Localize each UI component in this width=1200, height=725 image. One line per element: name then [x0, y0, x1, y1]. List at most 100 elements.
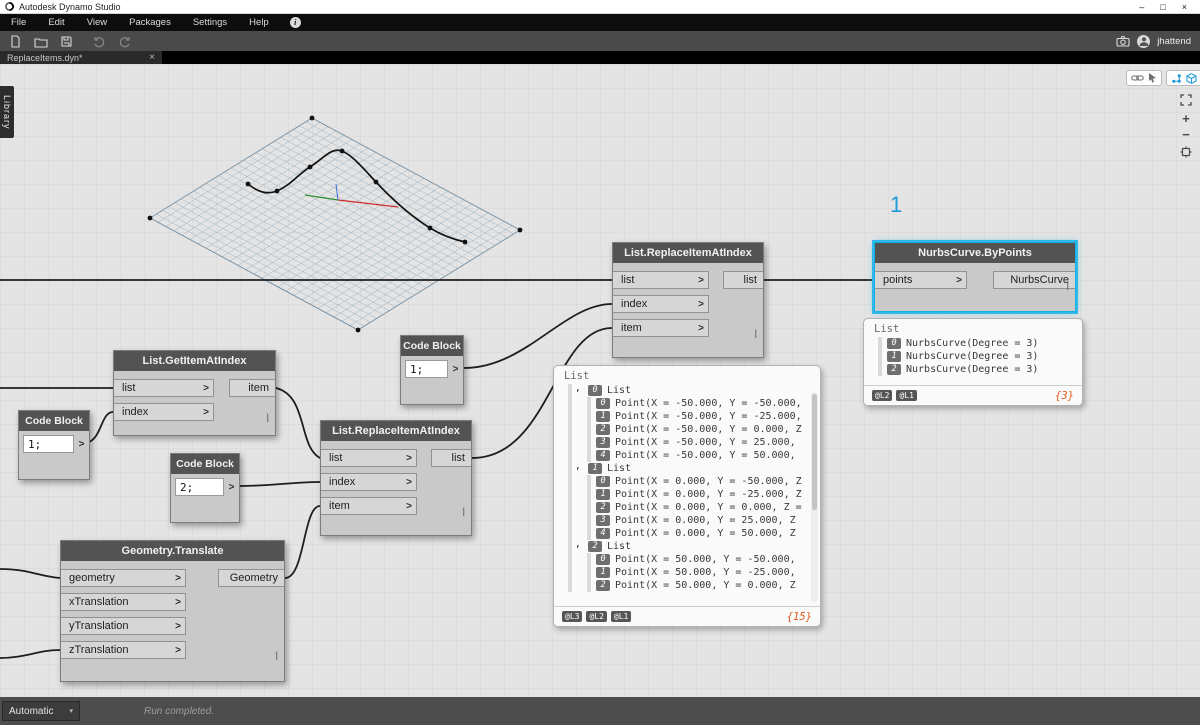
output-port-arrow-icon[interactable]: > [74, 439, 89, 450]
node-code-block-3[interactable]: Code Block 1; > [400, 335, 464, 405]
output-port-arrow-icon[interactable]: > [448, 364, 463, 375]
node-title[interactable]: List.ReplaceItemAtIndex [321, 421, 471, 441]
menu-view[interactable]: View [76, 14, 118, 31]
lacing-indicator[interactable]: | [463, 506, 466, 516]
preview-bubble-nurbscurves[interactable]: List 0 NurbsCurve(Degree = 3) 1 NurbsCur… [863, 318, 1083, 406]
menu-edit[interactable]: Edit [37, 14, 75, 31]
input-port-item[interactable]: item > [321, 497, 417, 515]
list-group-header[interactable]: ▾ 0 List [577, 384, 812, 397]
preview-bubble-point-lists[interactable]: List ▾ 0 List 0Point(X = -50.000, Y = -5… [553, 365, 821, 627]
new-file-icon[interactable] [9, 35, 22, 48]
scrollbar-thumb[interactable] [812, 394, 817, 510]
camera-icon[interactable] [1116, 35, 1130, 47]
menu-settings[interactable]: Settings [182, 14, 238, 31]
item-text: Point(X = 50.000, Y = 0.000, Z [615, 580, 796, 591]
node-list-replaceitematindex-1[interactable]: List.ReplaceItemAtIndex list > list inde… [320, 420, 472, 536]
zoom-out-button[interactable]: − [1178, 126, 1194, 142]
user-avatar[interactable] [1137, 35, 1150, 48]
input-port-item[interactable]: item > [613, 319, 709, 337]
node-list-getitematindex[interactable]: List.GetItemAtIndex list > item index > … [113, 350, 276, 436]
code-text: 1; [410, 363, 423, 376]
save-icon[interactable] [60, 35, 73, 48]
reset-view-button[interactable] [1178, 144, 1194, 160]
list-group-header[interactable]: ▾ 2 List [577, 540, 812, 553]
index-badge: 4 [596, 528, 610, 539]
item-text: NurbsCurve(Degree = 3) [906, 338, 1038, 349]
output-port-geometry[interactable]: Geometry [218, 569, 284, 587]
node-title[interactable]: NurbsCurve.ByPoints [875, 243, 1075, 263]
node-code-block-2[interactable]: Code Block 2; > [170, 453, 240, 523]
workspace-tab[interactable]: ReplaceItems.dyn* × [0, 51, 162, 64]
wire[interactable] [0, 569, 60, 578]
wire[interactable] [276, 388, 320, 458]
wire[interactable] [0, 650, 60, 658]
node-title[interactable]: List.GetItemAtIndex [114, 351, 275, 371]
collapse-arrow-icon[interactable]: ▾ [577, 542, 583, 551]
output-port-list[interactable]: list [431, 449, 471, 467]
output-port-arrow-icon[interactable]: > [224, 482, 239, 493]
node-title[interactable]: Code Block [171, 454, 239, 474]
graph-view-icon[interactable] [1171, 73, 1182, 84]
level-badge[interactable]: @L1 [896, 390, 916, 401]
input-port-list[interactable]: list > [613, 271, 709, 289]
input-port-ytranslation[interactable]: yTranslation > [61, 617, 186, 635]
node-code-block-1[interactable]: Code Block 1; > [18, 410, 90, 480]
wire[interactable] [285, 506, 320, 578]
redo-icon[interactable] [118, 35, 131, 48]
node-title[interactable]: Code Block [19, 411, 89, 431]
canvas-tools-group[interactable] [1126, 70, 1162, 86]
code-input[interactable]: 1; [23, 435, 74, 453]
minimize-button[interactable]: – [1139, 2, 1144, 12]
level-badge[interactable]: @L2 [872, 390, 892, 401]
menu-packages[interactable]: Packages [118, 14, 182, 31]
output-port-list[interactable]: list [723, 271, 763, 289]
undo-icon[interactable] [93, 35, 106, 48]
level-badge[interactable]: @L3 [562, 611, 582, 622]
username-label[interactable]: jhattend [1157, 36, 1191, 47]
zoom-fit-button[interactable] [1178, 92, 1194, 108]
code-input[interactable]: 2; [175, 478, 224, 496]
close-button[interactable]: × [1182, 2, 1187, 12]
lacing-indicator[interactable]: | [276, 650, 279, 660]
input-port-list[interactable]: list > [114, 379, 214, 397]
input-port-index[interactable]: index > [114, 403, 214, 421]
maximize-button[interactable]: □ [1160, 2, 1165, 12]
lacing-indicator[interactable]: | [267, 412, 270, 422]
tab-close-button[interactable]: × [149, 53, 155, 63]
level-badge[interactable]: @L2 [586, 611, 606, 622]
view-mode-toggle-group[interactable] [1166, 70, 1200, 86]
zoom-in-button[interactable]: + [1178, 110, 1194, 126]
node-geometry-translate[interactable]: Geometry.Translate geometry > Geometry x… [60, 540, 285, 682]
run-mode-dropdown[interactable]: Automatic ▾ [2, 701, 80, 721]
input-port-geometry[interactable]: geometry > [61, 569, 186, 587]
menu-help[interactable]: Help [238, 14, 280, 31]
lacing-indicator[interactable]: | [1067, 280, 1070, 290]
code-input[interactable]: 1; [405, 360, 448, 378]
input-port-list[interactable]: list > [321, 449, 417, 467]
node-title[interactable]: Code Block [401, 336, 463, 356]
collapse-arrow-icon[interactable]: ▾ [577, 386, 583, 395]
node-list-replaceitematindex-2[interactable]: List.ReplaceItemAtIndex list > list inde… [612, 242, 764, 358]
output-port-nurbscurve[interactable]: NurbsCurve [993, 271, 1075, 289]
lacing-indicator[interactable]: | [755, 328, 758, 338]
node-title[interactable]: Geometry.Translate [61, 541, 284, 561]
library-panel-tab[interactable]: Library [0, 86, 14, 138]
output-port-item[interactable]: item [229, 379, 275, 397]
input-port-points[interactable]: points > [875, 271, 967, 289]
input-port-xtranslation[interactable]: xTranslation > [61, 593, 186, 611]
open-file-icon[interactable] [34, 35, 48, 48]
input-port-index[interactable]: index > [613, 295, 709, 313]
level-badge[interactable]: @L1 [611, 611, 631, 622]
geometry-view-icon[interactable] [1186, 73, 1197, 84]
info-icon[interactable]: i [290, 17, 301, 28]
menu-file[interactable]: File [0, 14, 37, 31]
workspace-canvas[interactable]: Library List.GetItemAtIndex list > item … [0, 64, 1200, 697]
input-port-index[interactable]: index > [321, 473, 417, 491]
scrollbar[interactable] [811, 392, 818, 602]
input-port-ztranslation[interactable]: zTranslation > [61, 641, 186, 659]
collapse-arrow-icon[interactable]: ▾ [577, 464, 583, 473]
node-nurbscurve-bypoints[interactable]: NurbsCurve.ByPoints points > NurbsCurve … [874, 242, 1076, 312]
list-group-header[interactable]: ▾ 1 List [577, 462, 812, 475]
wire[interactable] [240, 482, 320, 486]
node-title[interactable]: List.ReplaceItemAtIndex [613, 243, 763, 263]
